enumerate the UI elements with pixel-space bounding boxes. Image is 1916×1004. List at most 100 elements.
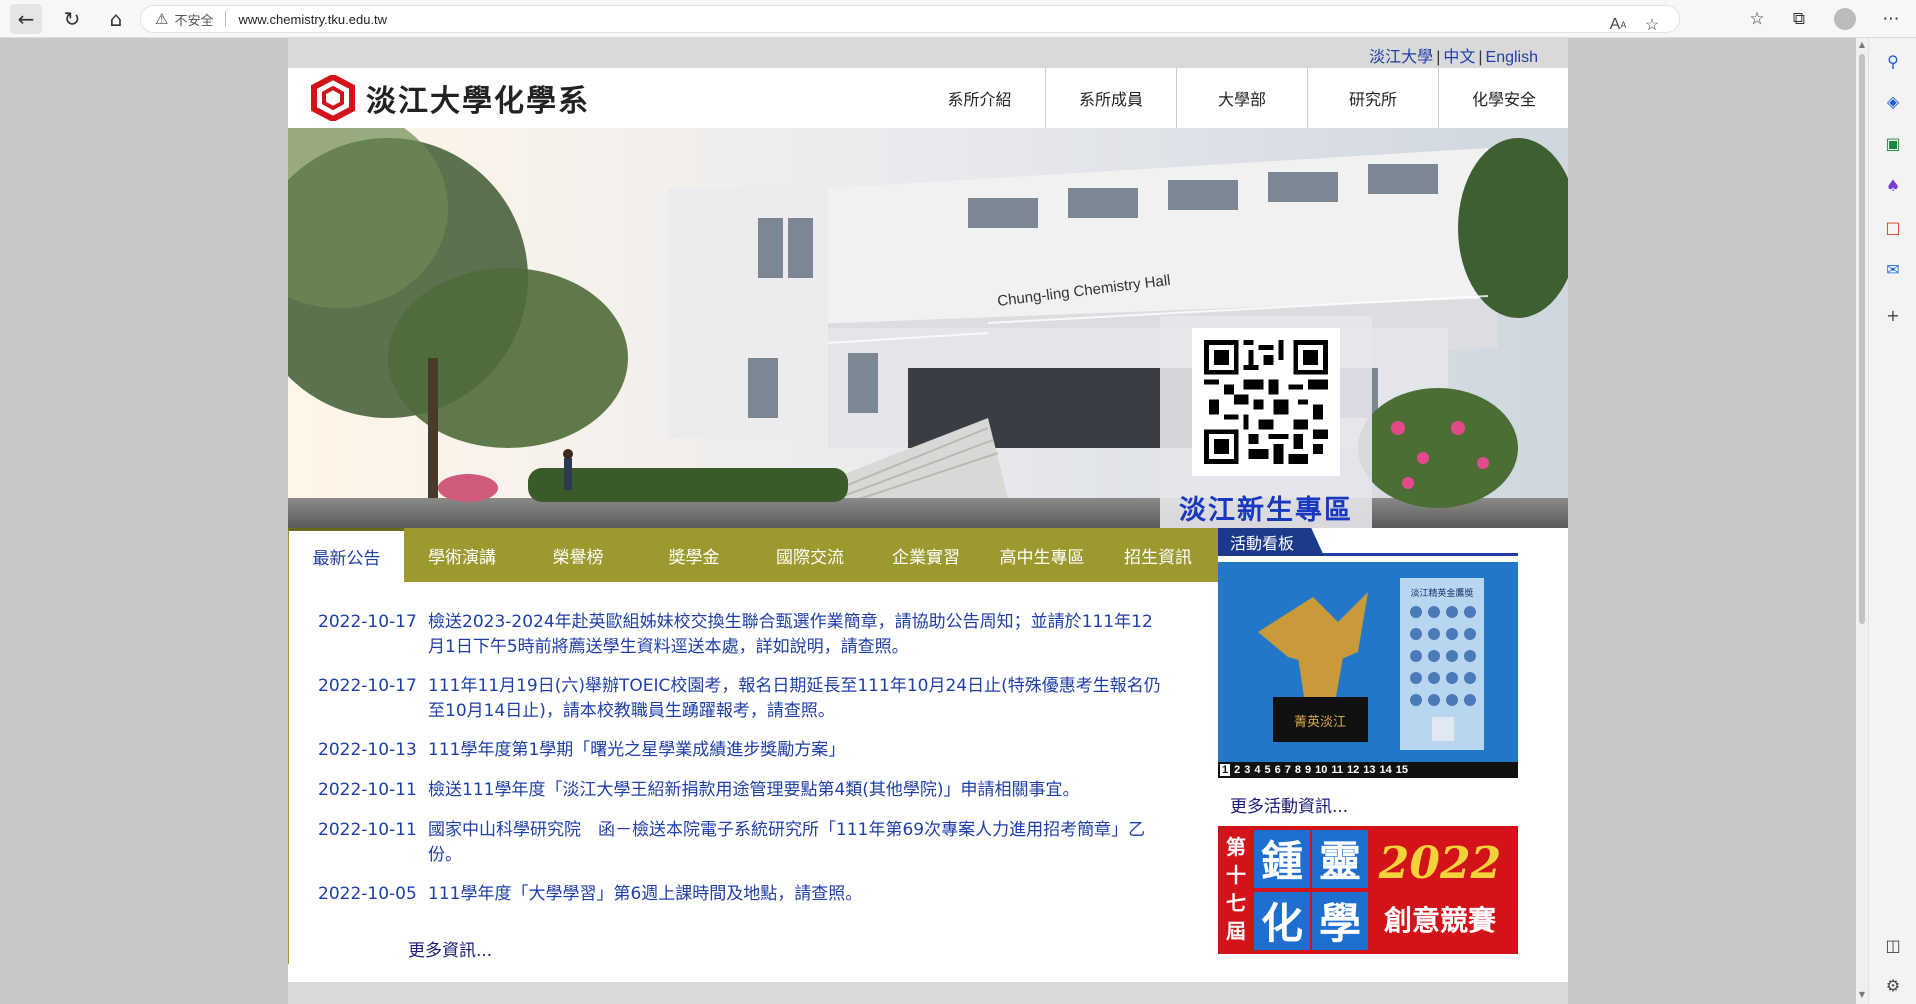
url-text: www.chemistry.tku.edu.tw xyxy=(238,11,388,27)
banner-char: 靈 xyxy=(1319,837,1361,886)
tools-icon[interactable]: ▣ xyxy=(1880,130,1906,156)
favorite-star-icon[interactable]: ☆ xyxy=(1635,10,1669,40)
news-date: 2022-10-05 xyxy=(318,884,417,904)
scroll-down-icon[interactable]: ▼ xyxy=(1856,990,1868,1002)
news-date: 2022-10-17 xyxy=(318,612,417,632)
favorites-icon[interactable]: ☆ xyxy=(1740,4,1774,34)
news-date: 2022-10-11 xyxy=(318,820,417,840)
tab-admissions[interactable]: 招生資訊 xyxy=(1100,528,1216,582)
pager-page[interactable]: 6 xyxy=(1275,764,1281,776)
link-english[interactable]: English xyxy=(1486,49,1538,66)
news-date: 2022-10-17 xyxy=(318,676,417,696)
pager-page[interactable]: 15 xyxy=(1396,764,1408,776)
link-tku[interactable]: 淡江大學 xyxy=(1369,49,1433,66)
activity-board-title: 活動看板 xyxy=(1218,528,1324,556)
news-item[interactable]: 2022-10-11 國家中山科學研究院 函－檢送本院電子系統研究所「111年第… xyxy=(318,818,1168,868)
profile-avatar[interactable] xyxy=(1828,4,1862,34)
tab-lectures[interactable]: 學術演講 xyxy=(404,528,520,582)
pager-page[interactable]: 8 xyxy=(1295,764,1301,776)
pager-page[interactable]: 7 xyxy=(1285,764,1291,776)
tab-honors[interactable]: 榮譽榜 xyxy=(520,528,636,582)
pager-page[interactable]: 2 xyxy=(1234,764,1240,776)
tab-internship[interactable]: 企業實習 xyxy=(868,528,984,582)
browser-toolbar: ← ↻ ⌂ ⚠ 不安全 www.chemistry.tku.edu.tw AA … xyxy=(0,0,1916,38)
nav-members[interactable]: 系所成員 xyxy=(1045,68,1176,128)
pager-page[interactable]: 14 xyxy=(1380,764,1392,776)
reload-icon[interactable]: ↻ xyxy=(56,4,88,34)
hero-image: Chung-ling Chemistry Hall 淡江新生專區 xyxy=(288,128,1568,528)
back-arrow-icon[interactable]: ← xyxy=(10,4,42,34)
pager-page[interactable]: 5 xyxy=(1265,764,1271,776)
news-title[interactable]: 111學年度第1學期「曙光之星學業成績進步獎勵方案」 xyxy=(428,738,1168,763)
edition-char: 第 xyxy=(1226,835,1246,859)
tab-international[interactable]: 國際交流 xyxy=(752,528,868,582)
news-item[interactable]: 2022-10-17 111年11月19日(六)舉辦TOEIC校園考，報名日期延… xyxy=(318,674,1168,724)
settings-gear-icon[interactable]: ⚙ xyxy=(1880,972,1906,998)
freshman-zone-label: 淡江新生專區 xyxy=(1179,495,1353,526)
tab-latest-news[interactable]: 最新公告 xyxy=(288,528,404,582)
qr-code xyxy=(1192,328,1340,476)
link-chinese[interactable]: 中文 xyxy=(1443,49,1475,66)
pager-page[interactable]: 4 xyxy=(1254,764,1260,776)
web-page: 淡江大學 | 中文 | English 淡江大學化學系 系所介紹 系所成員 大學部 研究… xyxy=(288,38,1568,1004)
news-item[interactable]: 2022-10-17 檢送2023-2024年赴英歐組姊妹校交換生聯合甄選作業簡… xyxy=(318,610,1168,660)
scroll-thumb[interactable] xyxy=(1859,54,1865,624)
warning-icon: ⚠ xyxy=(155,11,169,28)
banner-year: 2022 xyxy=(1378,838,1501,889)
more-activities-link[interactable]: 更多活動資訊... xyxy=(1230,792,1348,817)
edition-char: 十 xyxy=(1226,863,1246,887)
nav-about[interactable]: 系所介紹 xyxy=(914,68,1045,128)
chemistry-contest-banner[interactable]: 第 十 七 屆 鍾 靈 化 學 2022 創意競賽 xyxy=(1218,826,1518,954)
news-title[interactable]: 國家中山科學研究院 函－檢送本院電子系統研究所「111年第69次專案人力進用招考… xyxy=(428,818,1168,868)
read-aloud-icon[interactable]: AA xyxy=(1601,10,1635,40)
more-menu-icon[interactable]: ⋯ xyxy=(1874,4,1908,34)
insecure-label: 不安全 xyxy=(174,12,214,28)
edition-char: 屆 xyxy=(1226,919,1246,943)
pager-page-1[interactable]: 1 xyxy=(1220,764,1231,776)
home-icon[interactable]: ⌂ xyxy=(100,4,132,34)
hexagon-logo-icon xyxy=(311,75,355,121)
news-title[interactable]: 111學年度「大學學習」第6週上課時間及地點，請查照。 xyxy=(428,882,1168,907)
edition-char: 七 xyxy=(1226,891,1246,915)
news-item[interactable]: 2022-10-11 檢送111學年度「淡江大學王紹新捐款用途管理要點第4類(其… xyxy=(318,778,1168,803)
news-tabs: 最新公告 學術演講 榮譽榜 獎學金 國際交流 企業實習 高中生專區 招生資訊 xyxy=(288,528,1218,582)
news-title[interactable]: 檢送111學年度「淡江大學王紹新捐款用途管理要點第4類(其他學院)」申請相關事宜… xyxy=(428,778,1168,803)
pager-page[interactable]: 9 xyxy=(1305,764,1311,776)
site-logo[interactable]: 淡江大學化學系 xyxy=(310,72,610,124)
scroll-up-icon[interactable]: ▲ xyxy=(1856,40,1868,52)
building-photo: Chung-ling Chemistry Hall xyxy=(288,128,1568,528)
banner-subtitle: 創意競賽 xyxy=(1384,904,1497,937)
poster-pager: 1 2 3 4 5 6 7 8 9 10 11 12 13 14 15 xyxy=(1218,762,1518,778)
outlook-icon[interactable]: ✉ xyxy=(1880,256,1906,282)
pager-page[interactable]: 10 xyxy=(1315,764,1327,776)
news-title[interactable]: 111年11月19日(六)舉辦TOEIC校園考，報名日期延長至111年10月24… xyxy=(428,674,1168,724)
pager-page[interactable]: 11 xyxy=(1331,764,1343,776)
address-bar[interactable]: ⚠ 不安全 www.chemistry.tku.edu.tw AA ☆ xyxy=(140,5,1680,34)
pager-page[interactable]: 3 xyxy=(1244,764,1250,776)
nav-undergrad[interactable]: 大學部 xyxy=(1176,68,1307,128)
search-icon[interactable]: ⚲ xyxy=(1880,48,1906,74)
games-icon[interactable]: ♠ xyxy=(1880,172,1906,198)
pager-page[interactable]: 13 xyxy=(1363,764,1375,776)
news-title[interactable]: 檢送2023-2024年赴英歐組姊妹校交換生聯合甄選作業簡章，請協助公告周知；並… xyxy=(428,610,1168,660)
freshman-qr-card[interactable]: 淡江新生專區 xyxy=(1160,316,1372,528)
activity-poster[interactable]: 菁英淡江 淡江精英金鷹獎 xyxy=(1218,562,1518,762)
pager-page[interactable]: 12 xyxy=(1347,764,1359,776)
news-item[interactable]: 2022-10-13 111學年度第1學期「曙光之星學業成績進步獎勵方案」 xyxy=(318,738,1168,763)
news-item[interactable]: 2022-10-05 111學年度「大學學習」第6週上課時間及地點，請查照。 xyxy=(318,882,1168,907)
nav-graduate[interactable]: 研究所 xyxy=(1307,68,1438,128)
tab-highschool[interactable]: 高中生專區 xyxy=(984,528,1100,582)
edge-sidebar: ⚲ ◈ ▣ ♠ □ ✉ + ◫ ⚙ xyxy=(1868,38,1916,1004)
collections-icon[interactable]: ⧉ xyxy=(1782,4,1816,34)
poster-title: 淡江精英金鷹獎 xyxy=(1410,587,1473,599)
sidebar-toggle-icon[interactable]: ◫ xyxy=(1880,932,1906,958)
shopping-tag-icon[interactable]: ◈ xyxy=(1880,88,1906,114)
add-icon[interactable]: + xyxy=(1880,302,1906,328)
nav-safety[interactable]: 化學安全 xyxy=(1438,68,1569,128)
more-news-link[interactable]: 更多資訊... xyxy=(408,936,492,961)
qr-code-icon xyxy=(1204,340,1328,464)
page-scrollbar[interactable]: ▲ ▼ xyxy=(1856,38,1868,1004)
office-icon[interactable]: □ xyxy=(1880,214,1906,240)
tab-scholarships[interactable]: 獎學金 xyxy=(636,528,752,582)
page-footer-strip xyxy=(288,982,1568,1004)
